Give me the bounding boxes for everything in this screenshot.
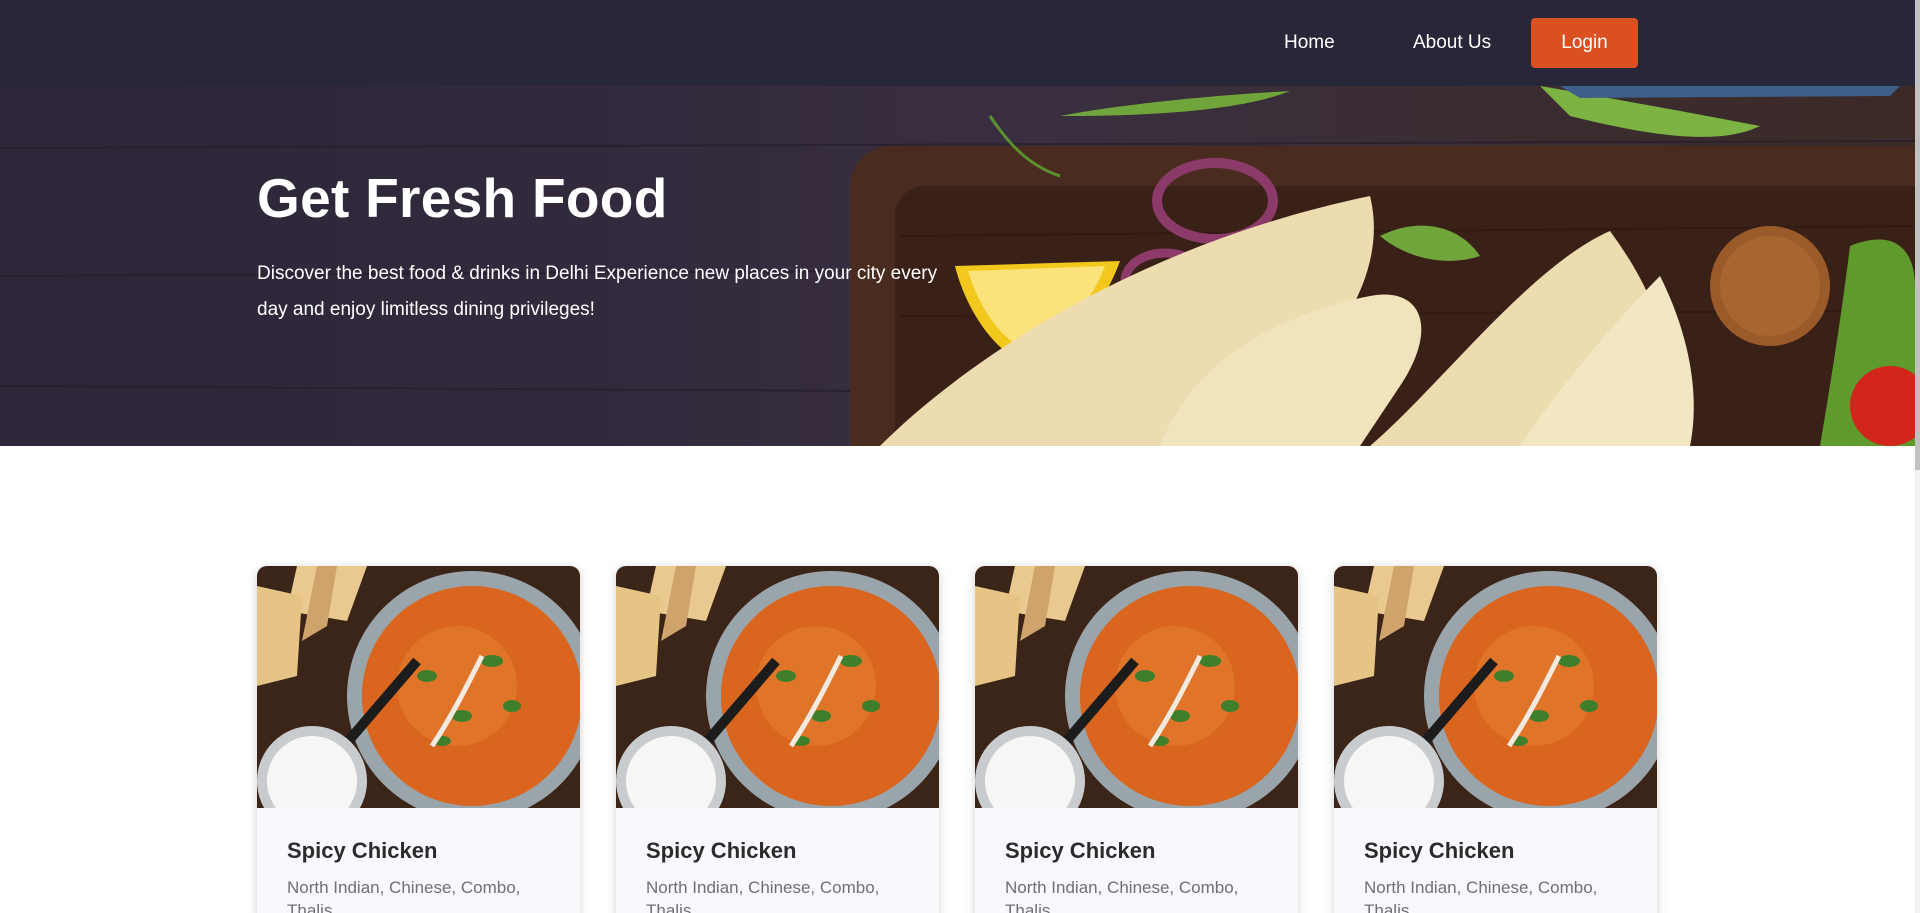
hero-description-line-2: day and enjoy limitless dining privilege… xyxy=(257,299,595,320)
food-card-cuisines: North Indian, Chinese, Combo, Thalis xyxy=(646,878,880,913)
hero-description-line-1: Discover the best food & drinks in Delhi… xyxy=(257,263,938,284)
nav-link-home[interactable]: Home xyxy=(1284,30,1335,56)
food-cards: Spicy Chicken North Indian, Chinese, Com… xyxy=(257,566,1657,913)
food-card-image xyxy=(975,566,1298,808)
food-card[interactable]: Spicy Chicken North Indian, Chinese, Com… xyxy=(257,566,580,913)
food-card-cuisines: North Indian, Chinese, Combo, Thalis xyxy=(1364,878,1598,913)
food-card-cuisines: North Indian, Chinese, Combo, Thalis xyxy=(1005,878,1239,913)
scrollbar-thumb[interactable] xyxy=(1915,0,1920,470)
hero-title: Get Fresh Food xyxy=(257,167,668,229)
hero-banner: Get Fresh Food Discover the best food & … xyxy=(0,86,1915,446)
food-card-title: Spicy Chicken xyxy=(287,838,438,863)
nav-link-about-us[interactable]: About Us xyxy=(1413,30,1491,56)
food-card-title: Spicy Chicken xyxy=(646,838,797,863)
food-card[interactable]: Spicy Chicken North Indian, Chinese, Com… xyxy=(616,566,939,913)
hero-description: Discover the best food & drinks in Delhi… xyxy=(257,256,957,328)
food-card-image xyxy=(257,566,580,808)
food-card[interactable]: Spicy Chicken North Indian, Chinese, Com… xyxy=(975,566,1298,913)
login-button[interactable]: Login xyxy=(1531,18,1638,68)
food-card-image xyxy=(616,566,939,808)
food-card-title: Spicy Chicken xyxy=(1005,838,1156,863)
food-card-image xyxy=(1334,566,1657,808)
food-card[interactable]: Spicy Chicken North Indian, Chinese, Com… xyxy=(1334,566,1657,913)
navbar: Home About Us Login xyxy=(0,0,1915,86)
food-card-title: Spicy Chicken xyxy=(1364,838,1515,863)
food-card-cuisines: North Indian, Chinese, Combo, Thalis xyxy=(287,878,521,913)
page-scrollbar[interactable] xyxy=(1915,0,1920,913)
